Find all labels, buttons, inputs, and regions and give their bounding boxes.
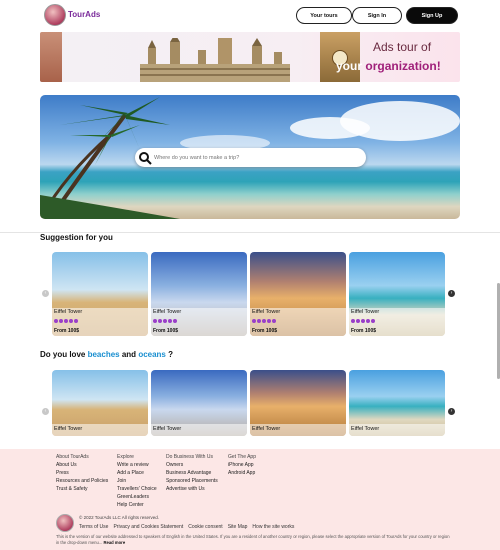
beach-card[interactable]: Eiffel Tower (151, 370, 247, 436)
card-title: Eiffel Tower (153, 426, 182, 432)
footer-link[interactable]: Android App (228, 469, 256, 477)
read-more-link[interactable]: Read more (104, 540, 126, 545)
footer-legal-links: Terms of Use Privacy and Cookies Stateme… (79, 524, 294, 530)
footer-link[interactable]: Trust & Safety (56, 485, 108, 493)
card-title: Eiffel Tower (351, 309, 380, 315)
banner-word-your: your (336, 59, 363, 73)
card-title: Eiffel Tower (252, 309, 281, 315)
footer-col-business: Do Business With Us Owners Business Adva… (166, 453, 218, 493)
footer-link[interactable]: Travellers' Choice (117, 485, 157, 493)
top-header: TourAds Your tours Sign In Sign Up (0, 0, 500, 32)
chevron-right-icon[interactable]: › (448, 408, 455, 415)
sign-up-button[interactable]: Sign Up (406, 7, 458, 24)
beaches-title-and: and (121, 350, 137, 359)
footer-link[interactable]: Advertise with Us (166, 485, 218, 493)
rating-dots (252, 319, 276, 323)
footer-legal-link[interactable]: Terms of Use (79, 524, 108, 530)
beaches-title-oceans[interactable]: oceans (138, 350, 166, 359)
suggestion-card[interactable]: Eiffel Tower From 100$ (349, 252, 445, 336)
your-tours-button[interactable]: Your tours (296, 7, 352, 24)
footer-link[interactable]: Help Center (117, 501, 157, 509)
footer-region-note: This is the version of our website addre… (56, 534, 452, 546)
footer-link[interactable]: Write a review (117, 461, 157, 469)
footer-link[interactable]: Add a Place (117, 469, 157, 477)
card-title: Eiffel Tower (252, 426, 281, 432)
footer-heading: Explore (117, 454, 134, 460)
card-title: Eiffel Tower (54, 309, 83, 315)
rating-dots (153, 319, 177, 323)
footer-copyright: © 2022 TourAds LLC All rights reserved. (79, 515, 160, 520)
footer-col-app: Get The App iPhone App Android App (228, 453, 256, 477)
footer-link[interactable]: Join (117, 477, 157, 485)
footer-link[interactable]: GreenLeaders (117, 493, 157, 501)
rating-dots (351, 319, 375, 323)
search-icon[interactable] (138, 151, 152, 165)
beaches-title-q: ? (168, 350, 174, 359)
banner-word-organization: organization! (365, 59, 441, 73)
footer-heading: About TourAds (56, 454, 89, 460)
logo-icon[interactable] (44, 4, 66, 26)
card-price: From 100$ (54, 328, 80, 334)
card-title: Eiffel Tower (54, 426, 83, 432)
footer-heading: Do Business With Us (166, 454, 213, 460)
footer-link[interactable]: Resources and Policies (56, 477, 108, 485)
parliament-image (140, 38, 290, 82)
rating-dots (54, 319, 78, 323)
beaches-title-pre: Do you love (40, 350, 86, 359)
search-input[interactable] (154, 150, 354, 165)
beach-card[interactable]: Eiffel Tower (52, 370, 148, 436)
card-price: From 100$ (351, 328, 377, 334)
suggestion-card[interactable]: Eiffel Tower From 100$ (250, 252, 346, 336)
beach-card[interactable]: Eiffel Tower (250, 370, 346, 436)
footer-legal-link[interactable]: Site Map (228, 524, 248, 530)
suggestion-card[interactable]: Eiffel Tower From 100$ (151, 252, 247, 336)
footer-legal-link[interactable]: How the site works (252, 524, 294, 530)
footer-legal-link[interactable]: Cookie consent (188, 524, 222, 530)
chevron-left-icon[interactable]: ‹ (42, 290, 49, 297)
card-price: From 100$ (252, 328, 278, 334)
chevron-right-icon[interactable]: › (448, 290, 455, 297)
card-title: Eiffel Tower (351, 426, 380, 432)
banner-wall-image (40, 32, 62, 82)
banner-heading-line1: Ads tour of (373, 40, 432, 54)
logo-text[interactable]: TourAds (68, 10, 100, 19)
footer-link[interactable]: Sponsored Placements (166, 477, 218, 485)
beaches-title-beaches[interactable]: beaches (88, 350, 120, 359)
suggestions-title: Suggestion for you (40, 233, 113, 242)
site-footer: About TourAds About Us Press Resources a… (0, 449, 500, 550)
ad-banner[interactable]: Ads tour of your organization! (40, 32, 460, 82)
footer-heading: Get The App (228, 454, 256, 460)
footer-link[interactable]: About Us (56, 461, 108, 469)
banner-heading-line2: your organization! (336, 59, 441, 73)
footer-col-about: About TourAds About Us Press Resources a… (56, 453, 108, 493)
suggestion-card[interactable]: Eiffel Tower From 100$ (52, 252, 148, 336)
footer-link[interactable]: iPhone App (228, 461, 256, 469)
card-price: From 100$ (153, 328, 179, 334)
beaches-title: Do you love beaches and oceans ? (40, 350, 173, 359)
sign-in-button[interactable]: Sign In (352, 7, 402, 24)
chevron-left-icon[interactable]: ‹ (42, 408, 49, 415)
beach-card[interactable]: Eiffel Tower (349, 370, 445, 436)
footer-col-explore: Explore Write a review Add a Place Join … (117, 453, 157, 509)
footer-link[interactable]: Business Advantage (166, 469, 218, 477)
card-title: Eiffel Tower (153, 309, 182, 315)
footer-logo-icon (56, 514, 74, 532)
footer-legal-link[interactable]: Privacy and Cookies Statement (113, 524, 183, 530)
footer-link[interactable]: Owners (166, 461, 218, 469)
footer-link[interactable]: Press (56, 469, 108, 477)
